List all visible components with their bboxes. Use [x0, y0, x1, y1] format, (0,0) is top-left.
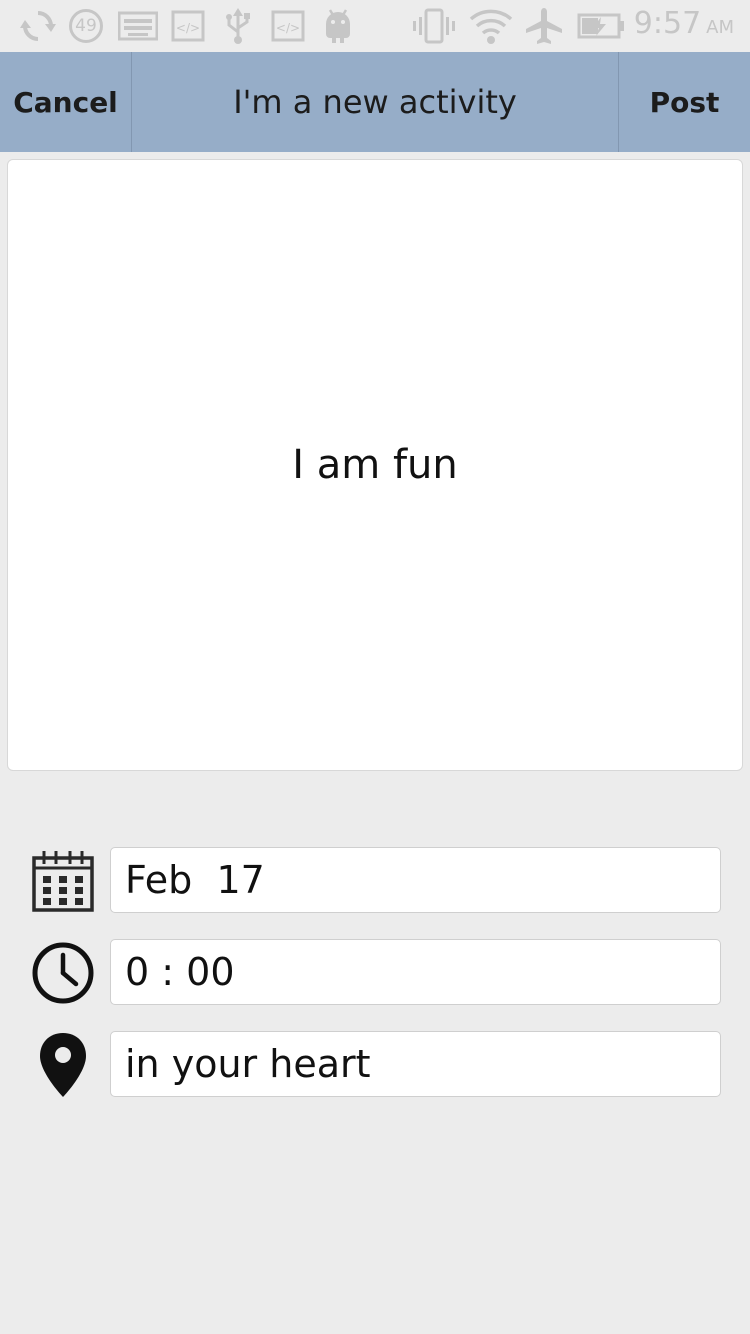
keyboard-icon — [116, 8, 160, 44]
usb-icon — [220, 8, 256, 44]
cancel-button[interactable]: Cancel — [0, 52, 132, 152]
svg-text:</>: </> — [176, 21, 200, 35]
svg-text:</>: </> — [276, 21, 300, 35]
sync-icon — [18, 8, 58, 44]
page-title: I'm a new activity — [233, 83, 517, 121]
wifi-icon — [468, 8, 514, 44]
cancel-button-label: Cancel — [13, 85, 118, 119]
activity-description-text: I am fun — [292, 442, 458, 488]
battery-charging-icon — [576, 8, 626, 44]
top-app-bar: Cancel I'm a new activity Post — [0, 52, 750, 152]
status-bar: 49 </> </> 9:57 AM — [0, 0, 750, 52]
notification-count-badge: 49 — [66, 8, 106, 44]
status-time: 9:57 AM — [633, 6, 734, 41]
android-icon — [320, 8, 356, 44]
vibrate-icon — [412, 8, 456, 44]
post-button[interactable]: Post — [618, 52, 750, 152]
location-field[interactable]: in your heart — [110, 1031, 721, 1097]
code-icon: </> — [170, 8, 206, 44]
clock-icon — [28, 938, 98, 1008]
post-button-label: Post — [649, 85, 720, 119]
date-field[interactable]: Feb 17 — [110, 847, 721, 913]
activity-description-card[interactable]: I am fun — [7, 159, 743, 771]
location-pin-icon — [28, 1030, 98, 1100]
airplane-icon — [524, 8, 564, 44]
time-field[interactable]: 0 : 00 — [110, 939, 721, 1005]
code-icon: </> — [270, 8, 306, 44]
calendar-icon — [28, 846, 98, 916]
